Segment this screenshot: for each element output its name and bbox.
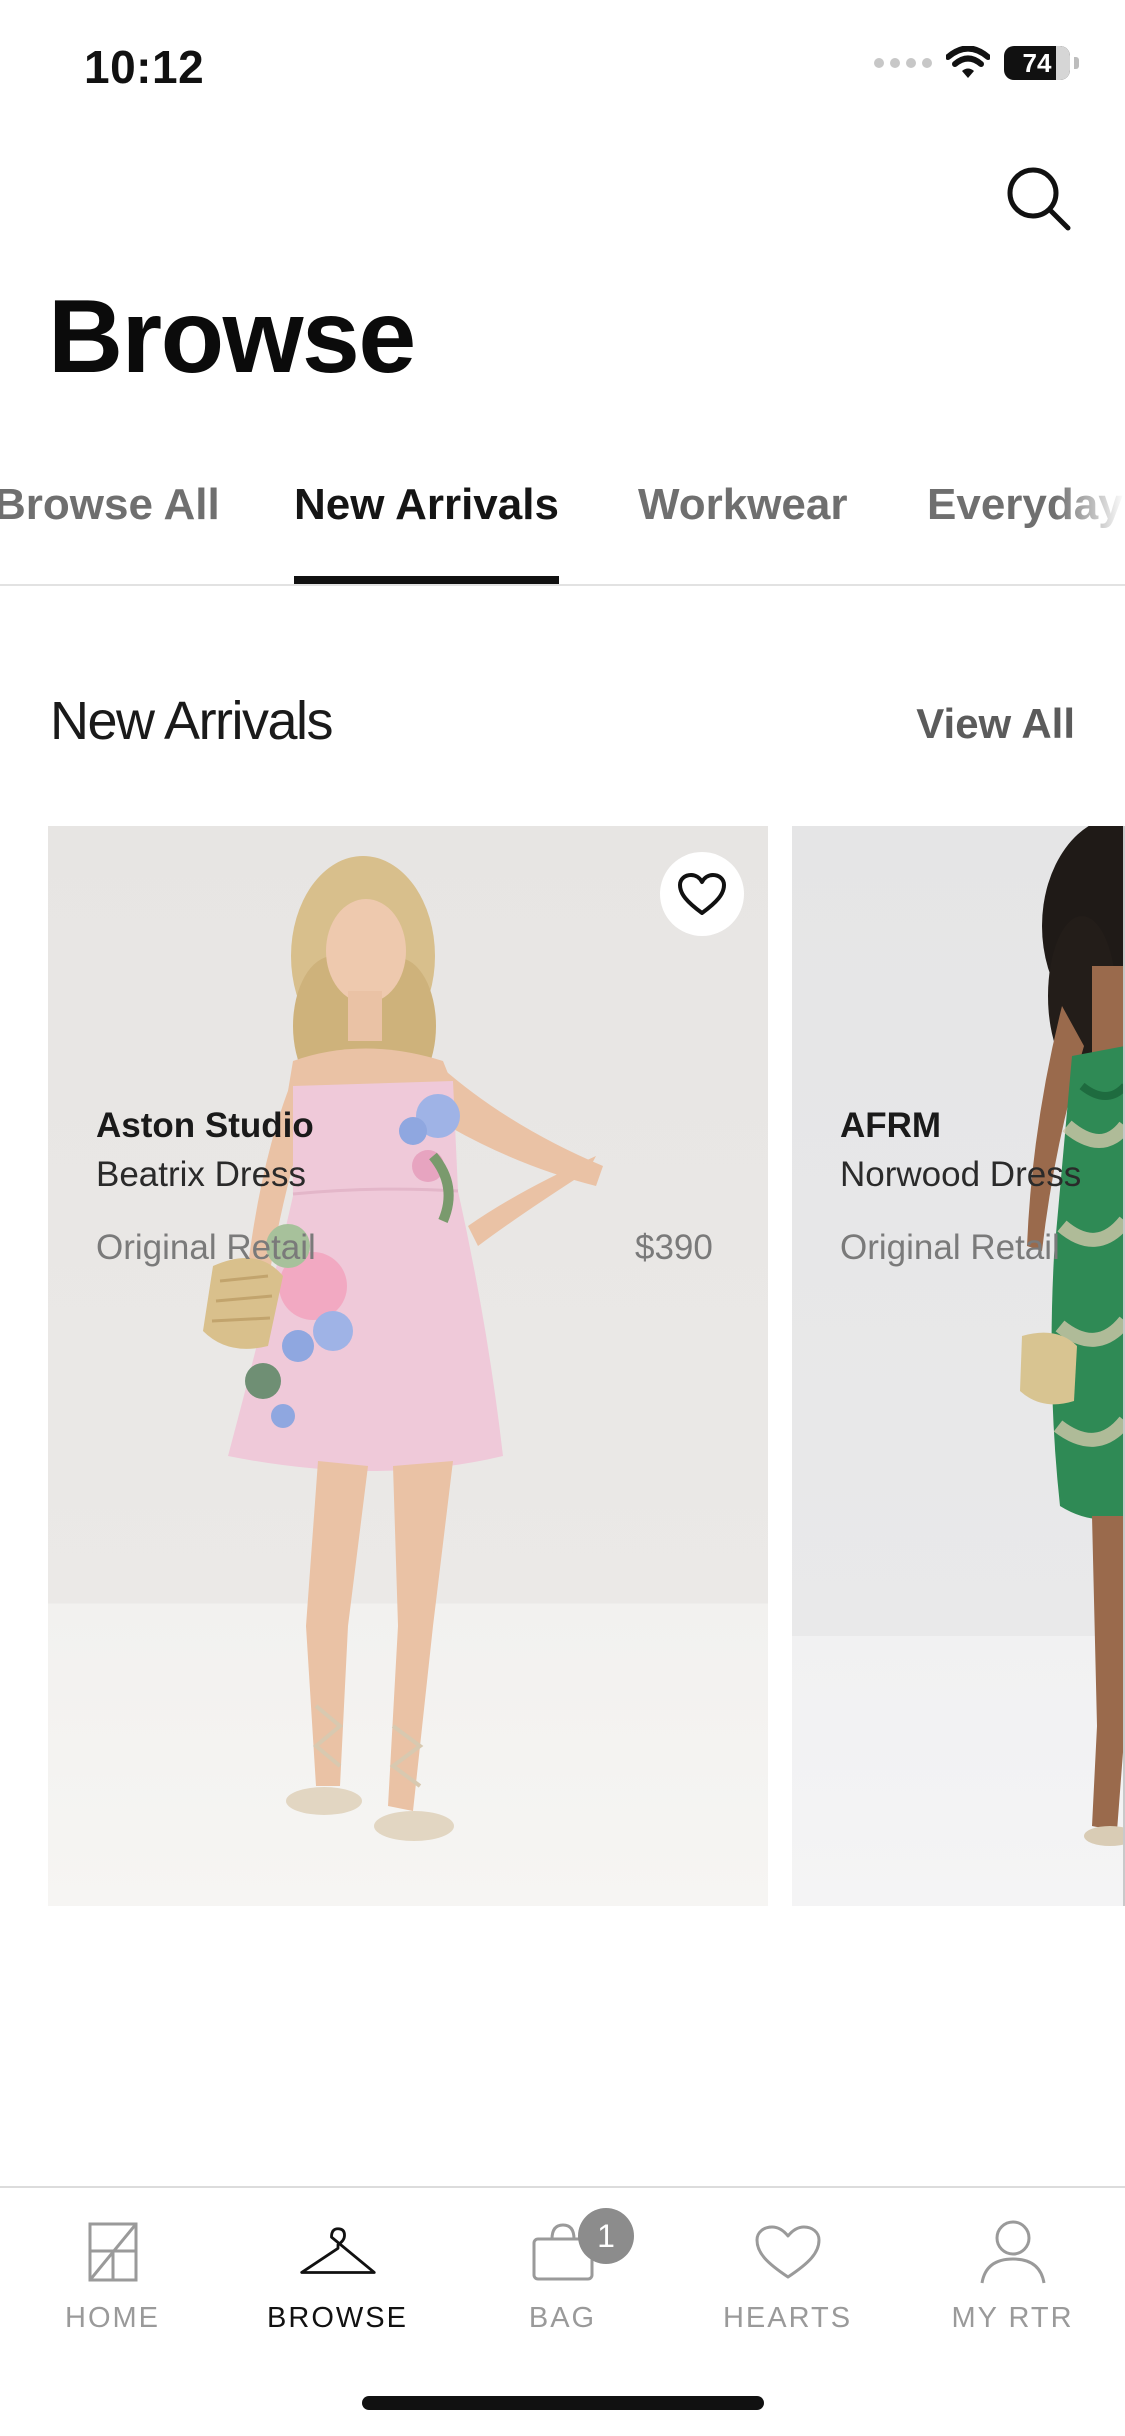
- nav-label: HOME: [65, 2302, 160, 2334]
- product-brand[interactable]: AFRM: [840, 1106, 941, 1146]
- product-name[interactable]: Beatrix Dress: [96, 1155, 306, 1195]
- battery-level: 74: [1022, 47, 1052, 78]
- tab-label: New Arrivals: [294, 480, 559, 529]
- nav-label: BAG: [528, 2302, 597, 2334]
- product-image[interactable]: [792, 826, 1125, 1906]
- nav-browse[interactable]: BROWSE: [225, 2206, 450, 2356]
- retail-label: Original Retail: [840, 1228, 1060, 1267]
- product-name[interactable]: Norwood Dress: [840, 1155, 1081, 1195]
- tab-label: Everyday: [927, 480, 1123, 529]
- product-price: $390: [635, 1228, 713, 1267]
- cellular-signal-icon: [874, 58, 932, 68]
- status-bar: 10:12 74: [0, 0, 1125, 135]
- nav-bag[interactable]: 1 BAG: [450, 2206, 675, 2356]
- wifi-icon: [946, 46, 990, 78]
- status-time: 10:12: [84, 41, 205, 93]
- search-icon: [1007, 167, 1071, 231]
- nav-label: MY RTR: [951, 2302, 1074, 2334]
- tab-new-arrivals[interactable]: New Arrivals: [294, 470, 559, 584]
- bag-count-badge: 1: [578, 2208, 634, 2264]
- nav-label: BROWSE: [267, 2302, 408, 2334]
- status-icons: 74: [874, 46, 1079, 80]
- category-tabs: Browse All New Arrivals Workwear Everyda…: [0, 460, 1125, 586]
- product-photo-pink-dress: [48, 826, 768, 1906]
- home-icon: [73, 2214, 153, 2290]
- nav-hearts[interactable]: HEARTS: [675, 2206, 900, 2356]
- tab-workwear[interactable]: Workwear: [638, 470, 848, 584]
- product-card[interactable]: [792, 826, 1125, 1906]
- product-photo-green-dress: [792, 826, 1125, 1906]
- tab-label: Browse All: [0, 480, 220, 529]
- product-card[interactable]: [48, 826, 768, 1906]
- product-image[interactable]: [48, 826, 768, 1906]
- retail-label: Original Retail: [96, 1228, 316, 1267]
- heart-icon: [748, 2214, 828, 2290]
- home-indicator[interactable]: [362, 2396, 764, 2410]
- nav-home[interactable]: HOME: [0, 2206, 225, 2356]
- favorite-button[interactable]: [660, 852, 744, 936]
- tab-label: Workwear: [638, 480, 848, 529]
- tab-browse-all[interactable]: Browse All: [0, 470, 220, 584]
- hanger-icon: [298, 2214, 378, 2290]
- page-title: Browse: [48, 279, 416, 395]
- nav-label: HEARTS: [722, 2302, 853, 2334]
- tab-everyday[interactable]: Everyday: [927, 470, 1123, 584]
- search-button[interactable]: [1000, 160, 1076, 236]
- section-title: New Arrivals: [50, 691, 334, 751]
- battery-icon: 74: [1004, 46, 1070, 80]
- person-icon: [973, 2214, 1053, 2290]
- heart-icon: [678, 873, 726, 915]
- view-all-link[interactable]: View All: [916, 700, 1075, 748]
- nav-my-rtr[interactable]: MY RTR: [900, 2206, 1125, 2356]
- product-brand[interactable]: Aston Studio: [96, 1106, 314, 1146]
